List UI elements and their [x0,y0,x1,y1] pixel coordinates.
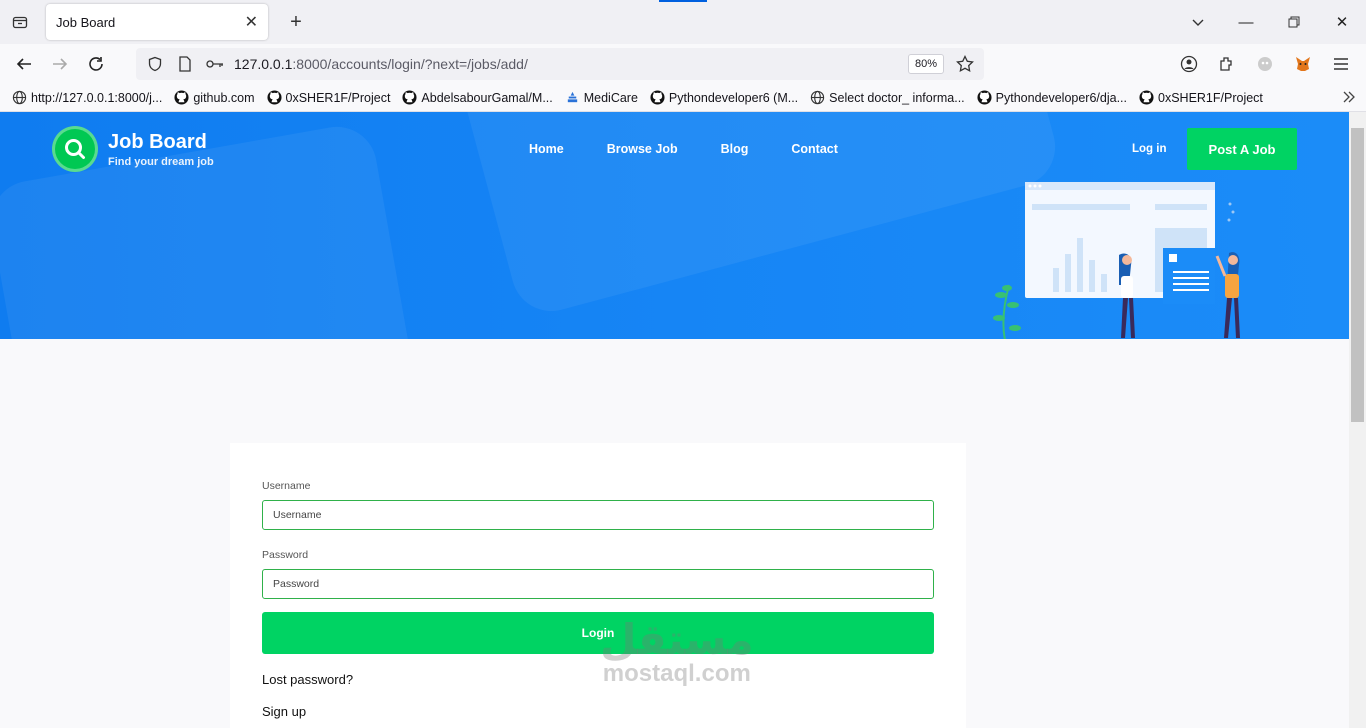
watermark-english: mostaql.com [602,660,751,687]
login-card: Username Password Login Lost password? S… [230,443,966,728]
scrollbar-thumb[interactable] [1351,128,1364,422]
github-icon [977,90,992,105]
metamask-fox-icon[interactable] [1284,55,1322,73]
login-button[interactable]: Login [262,612,934,654]
bookmark-item[interactable]: http://127.0.0.1:8000/j... [12,90,162,105]
shield-icon[interactable] [144,53,166,75]
new-tab-icon[interactable]: + [278,4,314,40]
bookmark-item[interactable]: 0xSHER1F/Project [1139,90,1263,105]
extension-ghost-icon[interactable] [1246,55,1284,73]
tab-title: Job Board [56,14,116,30]
bookmarks-overflow-icon[interactable] [1342,90,1356,107]
star-icon[interactable] [954,53,976,75]
github-icon [402,90,417,105]
password-input[interactable] [262,569,934,599]
github-icon [1139,90,1154,105]
page-icon[interactable] [174,53,196,75]
menu-blog[interactable]: Blog [721,142,749,156]
account-icon[interactable] [1170,55,1208,73]
globe-icon [811,90,825,105]
menu-home[interactable]: Home [529,142,564,156]
post-job-button[interactable]: Post A Job [1187,128,1297,170]
bookmark-label: Pythondeveloper6/dja... [995,90,1127,105]
bookmark-label: 0xSHER1F/Project [1158,90,1263,105]
bookmark-item[interactable]: github.com [174,90,255,105]
bookmark-item[interactable]: Select doctor_ informa... [810,90,965,105]
menu-hamburger-icon[interactable] [1322,57,1360,71]
bookmark-item[interactable]: MediCare [565,90,638,105]
logo-tagline: Find your dream job [108,155,214,168]
bookmark-label: Select doctor_ informa... [829,90,965,105]
restore-icon[interactable] [1270,16,1318,28]
hero-header: Job Board Find your dream job Home Brows… [0,112,1349,339]
watermark: مستقل mostaql.com [600,615,754,688]
username-input[interactable] [262,500,934,530]
bookmark-label: http://127.0.0.1:8000/j... [31,90,163,105]
bookmark-label: AbdelsabourGamal/M... [421,90,553,105]
close-window-icon[interactable]: ✕ [1318,13,1366,31]
logo-title: Job Board [108,130,207,153]
tab-overflow-chevron-icon[interactable] [1174,15,1222,29]
medicare-icon [567,91,577,103]
bookmark-label: github.com [193,90,255,105]
back-icon[interactable] [6,48,42,80]
close-tab-icon[interactable]: ✕ [245,12,258,32]
github-icon [650,90,665,105]
url-path: :8000/accounts/login/?next=/jobs/add/ [292,56,528,72]
bookmark-item[interactable]: Pythondeveloper6/dja... [977,90,1127,105]
reload-icon[interactable] [78,48,114,80]
username-label: Username [262,480,311,492]
bookmark-item[interactable]: Pythondeveloper6 (M... [650,90,798,105]
minimize-icon[interactable]: — [1222,14,1270,31]
menu-contact[interactable]: Contact [791,142,838,156]
extensions-icon[interactable] [1208,55,1246,73]
toolbar-right [1170,55,1360,73]
main-menu: Home Browse Job Blog Contact [529,142,881,156]
forward-icon[interactable] [42,48,78,80]
tab-indicator [659,0,707,2]
key-icon[interactable] [204,53,226,75]
signup-link[interactable]: Sign up [262,704,306,719]
bookmark-label: Pythondeveloper6 (M... [668,90,799,105]
globe-icon [12,90,27,105]
bookmark-label: 0xSHER1F/Project [285,90,391,105]
browser-navbar: 127.0.0.1:8000/accounts/login/?next=/job… [0,44,1366,84]
bookmark-item[interactable]: AbdelsabourGamal/M... [402,90,553,105]
bookmark-label: MediCare [583,90,638,105]
login-link[interactable]: Log in [1132,143,1167,155]
page-viewport: Job Board Find your dream job Home Brows… [0,112,1366,728]
browser-tabbar: Job Board ✕ + — ✕ [0,0,1366,44]
password-label: Password [262,549,309,561]
browser-tab[interactable]: Job Board ✕ [46,4,268,40]
site-logo[interactable]: Job Board Find your dream job [52,126,214,172]
watermark-arabic: مستقل [600,615,754,664]
tab-list-icon[interactable] [0,0,40,44]
github-icon [174,90,189,105]
github-icon [266,90,282,105]
page-scrollbar[interactable] [1349,112,1366,728]
menu-browse-job[interactable]: Browse Job [607,142,678,156]
hero-illustration [993,182,1240,339]
search-logo-icon [52,126,98,172]
url-host: 127.0.0.1 [234,56,293,72]
lost-password-link[interactable]: Lost password? [262,672,353,687]
zoom-level[interactable]: 80% [907,54,944,74]
window-controls: — ✕ [1174,0,1366,44]
url-bar[interactable]: 127.0.0.1:8000/accounts/login/?next=/job… [136,48,984,80]
bookmark-item[interactable]: 0xSHER1F/Project [266,90,391,105]
url-text: 127.0.0.1:8000/accounts/login/?next=/job… [234,56,528,72]
bookmarks-bar: http://127.0.0.1:8000/j... github.com 0x… [0,84,1366,112]
